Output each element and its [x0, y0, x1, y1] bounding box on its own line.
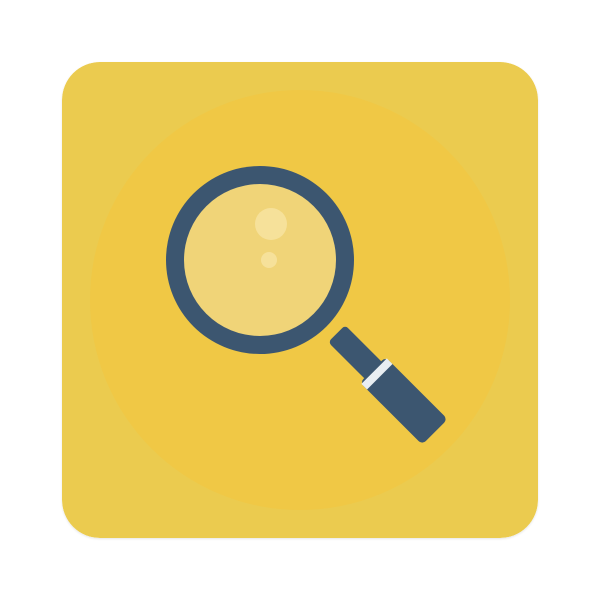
lens-highlight-large [255, 208, 287, 240]
search-app-icon-graphic [62, 62, 538, 538]
search-app-icon[interactable] [62, 62, 538, 538]
lens-highlight-small [261, 252, 277, 268]
magnifier-lens-glass [184, 184, 336, 336]
icon-canvas [0, 0, 600, 600]
